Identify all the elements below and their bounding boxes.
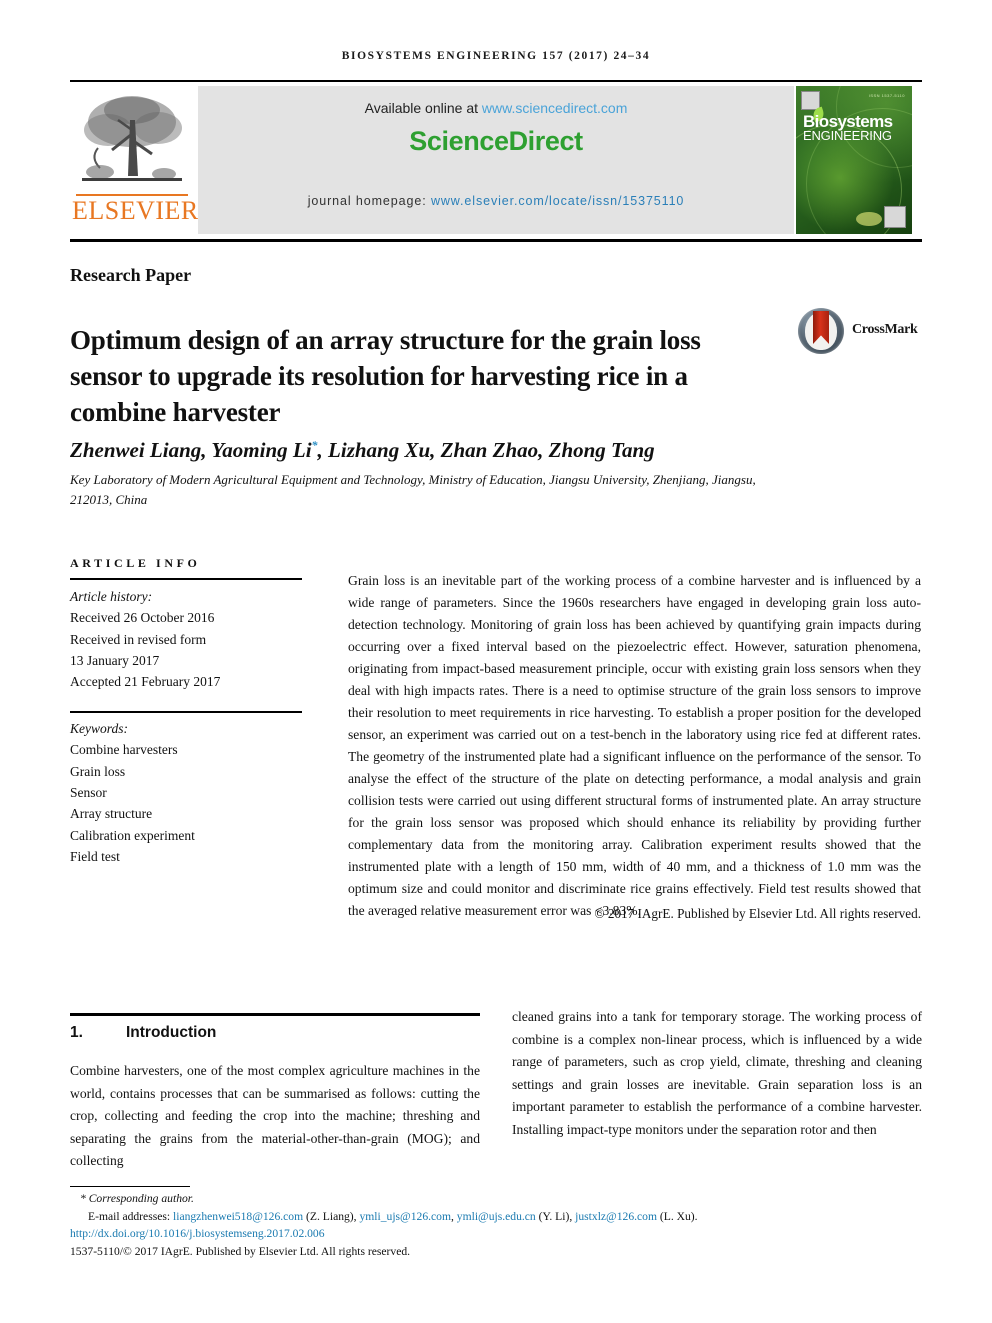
sciencedirect-logo[interactable]: ScienceDirect xyxy=(198,126,794,157)
cover-title-line2: ENGINEERING xyxy=(803,128,892,144)
email-addresses-label: E-mail addresses: xyxy=(88,1209,173,1223)
abstract-paragraph: Grain loss is an inevitable part of the … xyxy=(348,573,921,919)
article-history-label: Article history: xyxy=(70,589,153,604)
history-item: Received 26 October 2016 xyxy=(70,610,215,626)
keyword-item: Grain loss xyxy=(70,763,126,779)
running-head: Biosystems Engineering 157 (2017) 24–34 xyxy=(341,50,651,62)
article-info-heading: ARTICLE INFO xyxy=(70,556,201,570)
affiliation: Key Laboratory of Modern Agricultural Eq… xyxy=(70,472,756,508)
cover-seal-icon xyxy=(856,212,882,226)
email-attr-4: (L. Xu). xyxy=(656,1209,698,1223)
crossmark-circle-icon xyxy=(798,308,844,354)
section-heading-introduction: 1. Introduction xyxy=(70,1024,480,1042)
author-names-rest: , Lizhang Xu, Zhan Zhao, Zhong Tang xyxy=(317,438,655,462)
keyword-item: Combine harvesters xyxy=(70,742,178,758)
journal-homepage-url[interactable]: www.elsevier.com/locate/issn/15375110 xyxy=(431,194,684,208)
page-footnote: * Corresponding author. E-mail addresses… xyxy=(70,1190,930,1260)
cover-title: Biosystems ENGINEERING xyxy=(803,113,893,144)
article-history: Article history: Received 26 October 201… xyxy=(70,586,310,693)
journal-masthead: ELSEVIER Available online at www.science… xyxy=(70,84,922,236)
doi-link[interactable]: http://dx.doi.org/10.1016/j.biosystemsen… xyxy=(70,1225,930,1243)
article-info-rule-top xyxy=(70,578,302,580)
abstract-text: Grain loss is an inevitable part of the … xyxy=(348,570,921,922)
body-column-right: cleaned grains into a tank for temporary… xyxy=(512,1006,922,1141)
body-paragraph: Combine harvesters, one of the most comp… xyxy=(70,1063,480,1169)
sciencedirect-url[interactable]: www.sciencedirect.com xyxy=(482,100,628,116)
email-attr-1: (Z. Liang), xyxy=(303,1209,360,1223)
page-title: Optimum design of an array structure for… xyxy=(70,325,701,427)
section-title: Introduction xyxy=(126,1024,217,1041)
history-item: 13 January 2017 xyxy=(70,652,160,668)
journal-homepage-label: journal homepage: xyxy=(307,194,431,208)
elsevier-wordmark: ELSEVIER xyxy=(72,196,199,225)
available-online-text: Available online at xyxy=(364,100,482,116)
crossmark-badge[interactable]: CrossMark xyxy=(798,308,918,356)
abstract-copyright: © 2017 IAgrE. Published by Elsevier Ltd.… xyxy=(594,906,921,921)
article-type: Research Paper xyxy=(70,265,192,285)
keyword-item: Field test xyxy=(70,848,120,864)
paper-page: Biosystems Engineering 157 (2017) 24–34 xyxy=(0,0,992,1323)
elsevier-logo: ELSEVIER xyxy=(70,86,199,234)
section-number: 1. xyxy=(70,1024,83,1041)
email-link-3[interactable]: ymli@ujs.edu.cn xyxy=(457,1210,536,1223)
email-attr-3: (Y. Li), xyxy=(535,1209,576,1223)
email-link-4[interactable]: justxlz@126.com xyxy=(575,1210,657,1223)
keyword-item: Calibration experiment xyxy=(70,827,195,843)
cover-society-badge-icon xyxy=(884,206,906,228)
section-rule xyxy=(70,1013,480,1016)
header-rule-top xyxy=(70,80,922,82)
email-link-2[interactable]: ymli_ujs@126.com xyxy=(359,1210,451,1223)
email-addresses-line: E-mail addresses: liangzhenwei518@126.co… xyxy=(70,1208,930,1226)
body-column-left: Combine harvesters, one of the most comp… xyxy=(70,1060,480,1173)
keyword-item: Array structure xyxy=(70,806,153,822)
crossmark-label: CrossMark xyxy=(852,322,918,337)
issn-copyright-line: 1537-5110/© 2017 IAgrE. Published by Els… xyxy=(70,1244,411,1258)
elsevier-tree-icon xyxy=(82,96,182,181)
author-list: Zhenwei Liang, Yaoming Li*, Lizhang Xu, … xyxy=(70,438,850,463)
email-link-1[interactable]: liangzhenwei518@126.com xyxy=(173,1210,303,1223)
author-names: Zhenwei Liang, Yaoming Li xyxy=(70,438,312,462)
article-info-rule-bottom xyxy=(70,711,302,713)
corresponding-author-note: * Corresponding author. xyxy=(80,1192,194,1205)
keyword-item: Sensor xyxy=(70,784,107,800)
journal-cover-thumbnail: ISSN 1537-5110 Biosystems ENGINEERING xyxy=(796,86,912,234)
sciencedirect-band: Available online at www.sciencedirect.co… xyxy=(198,86,794,234)
body-paragraph: cleaned grains into a tank for temporary… xyxy=(512,1009,922,1137)
footnote-rule xyxy=(70,1186,190,1187)
keywords-label: Keywords: xyxy=(70,721,128,736)
available-online-line: Available online at www.sciencedirect.co… xyxy=(198,100,794,116)
history-item: Accepted 21 February 2017 xyxy=(70,674,221,690)
header-rule-bottom xyxy=(70,239,922,242)
cover-issn-text: ISSN 1537-5110 xyxy=(868,93,905,98)
history-item: Received in revised form xyxy=(70,631,207,647)
journal-homepage-line: journal homepage: www.elsevier.com/locat… xyxy=(198,194,794,208)
keywords-list: Keywords: Combine harvesters Grain loss … xyxy=(70,718,310,867)
